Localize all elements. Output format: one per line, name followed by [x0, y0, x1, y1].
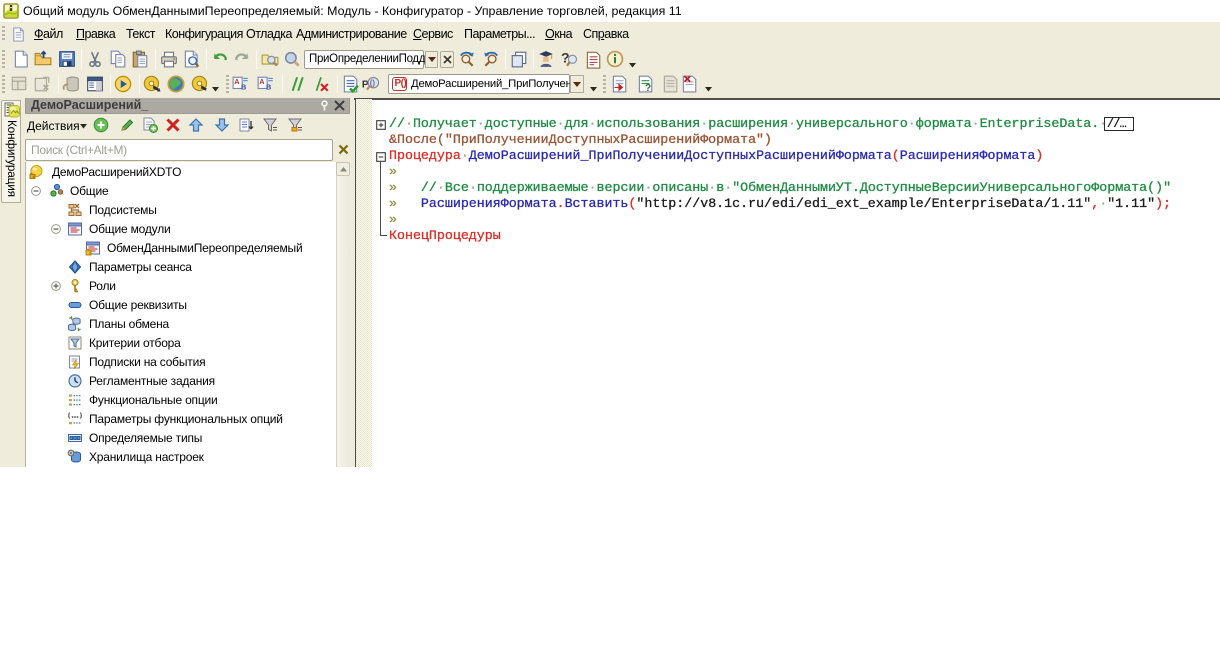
svg-text:(): () [370, 79, 376, 88]
svg-text:A: A [259, 77, 265, 86]
svg-text:B: B [241, 83, 246, 92]
svg-text:?: ? [645, 83, 651, 94]
svg-text:A: A [234, 77, 240, 86]
svg-text:B: B [266, 83, 271, 92]
